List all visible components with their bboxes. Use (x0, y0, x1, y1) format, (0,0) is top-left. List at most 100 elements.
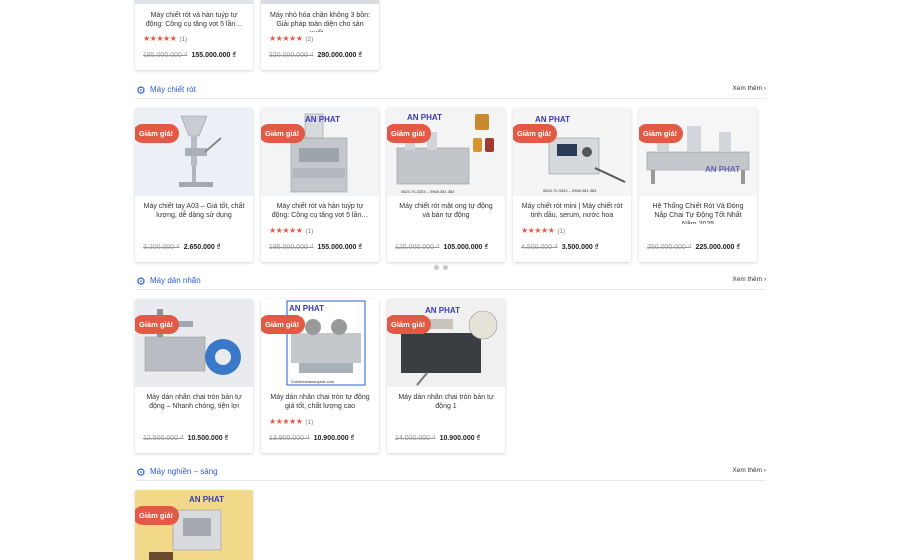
product-title[interactable]: Máy dán nhãn chai tròn bán tự động 1 (387, 387, 505, 415)
watermark-logo: AN PHAT (535, 115, 570, 124)
product-title[interactable]: Máy chiết rót mật ong tự động và bán tự … (387, 196, 505, 224)
product-title[interactable]: Máy chiết rót mini | Máy chiết rót tinh … (513, 196, 631, 224)
carousel-dot[interactable] (434, 265, 439, 270)
product-image[interactable]: AN PHAT Cokhichetaoanphat.com Giảm giá! (261, 299, 379, 387)
rating-stars (639, 224, 757, 236)
sale-badge: Giảm giá! (261, 124, 306, 143)
watermark-logo: AN PHAT (425, 306, 460, 315)
product-price: 4.500.000 ₫ 3.500.000 ₫ (521, 244, 599, 251)
gear-icon: ⚙ (136, 276, 146, 288)
product-card[interactable]: AN PHAT 0824.70.3333 – 0968.381.383 Giảm… (513, 108, 631, 262)
see-more-link[interactable]: Xem thêm › (732, 276, 766, 283)
product-price: 320.000.000 ₫ 280.000.000 ₫ (269, 52, 362, 59)
sale-badge: Giảm giá! (135, 506, 180, 525)
sale-badge: Giảm giá! (387, 315, 432, 334)
section-title[interactable]: Máy nghiền – sàng (150, 467, 218, 476)
watermark-logo: AN PHAT (305, 115, 340, 124)
section-header: ⚙ Máy nghiền – sàng Xem thêm › (136, 464, 766, 480)
product-price: 12.500.000 ₫ 10.500.000 ₫ (143, 435, 229, 442)
machine-image: AN PHAT Cokhichetaoanphat.com (286, 300, 366, 386)
watermark-logo: AN PHAT (189, 495, 224, 504)
product-title[interactable]: Máy chiết rót và hàn tuýp tự động: Công … (135, 4, 253, 32)
rating-stars: ★★★★★ (1) (521, 226, 566, 235)
product-price: 125.000.000 ₫ 105.000.000 ₫ (395, 244, 488, 251)
section-header: ⚙ Máy dán nhãn Xem thêm › (136, 273, 766, 289)
product-title[interactable]: Hệ Thống Chiết Rót Và Đóng Nắp Chai Tự Đ… (639, 196, 757, 224)
watermark-phone: 0824.70.3333 – 0968.381.383 (543, 188, 597, 193)
product-card[interactable]: AN PHAT Giảm giá! Máy chiết rót và hàn t… (261, 108, 379, 262)
rating-stars (387, 415, 505, 427)
product-title[interactable]: Máy chiết tay A03 – Giá tốt, chất lượng,… (135, 196, 253, 224)
star-icon: ★★★★★ (269, 417, 303, 426)
watermark-logo: AN PHAT (705, 165, 740, 174)
machine-image: AN PHAT (149, 495, 224, 560)
rating-stars: ★★★★★ (2) (269, 34, 314, 43)
product-card[interactable]: AN PHAT Giảm giá! (135, 490, 253, 560)
rating-stars (135, 415, 253, 427)
rating-stars (135, 224, 253, 236)
product-image[interactable]: AN PHAT Giảm giá! (639, 108, 757, 196)
product-image[interactable]: Giảm giá! (135, 108, 253, 196)
rating-stars (387, 224, 505, 236)
watermark-logo: AN PHAT (289, 304, 324, 313)
product-price: 3.200.000 ₫ 2.650.000 ₫ (143, 244, 221, 251)
product-image[interactable]: AN PHAT Giảm giá! (261, 108, 379, 196)
divider (136, 98, 766, 99)
sale-badge: Giảm giá! (387, 124, 432, 143)
sale-badge: Giảm giá! (135, 124, 180, 143)
product-card[interactable]: AN PHAT Cokhichetaoanphat.com Giảm giá! … (261, 299, 379, 453)
sale-badge: Giảm giá! (135, 315, 180, 334)
machine-image: AN PHAT 0824.70.3333 – 0968.381.383 (396, 113, 494, 194)
sale-badge: Giảm giá! (261, 315, 306, 334)
section-header: ⚙ Máy chiết rót Xem thêm › (136, 82, 766, 98)
see-more-link[interactable]: Xem thêm › (732, 85, 766, 92)
gear-icon: ⚙ (136, 85, 146, 97)
divider (136, 289, 766, 290)
product-title[interactable]: Máy chiết rót và hàn tuýp tự động: Công … (261, 196, 379, 224)
product-card[interactable]: AN PHAT Giảm giá! Máy dán nhãn chai tròn… (387, 299, 505, 453)
gear-icon: ⚙ (136, 467, 146, 479)
product-price: 14.000.000 ₫ 10.900.000 ₫ (395, 435, 481, 442)
product-price: 185.000.000 ₫ 155.000.000 ₫ (143, 52, 236, 59)
machine-image (179, 115, 222, 187)
product-card[interactable]: Máy nhỏ hóa chân không 3 bồn: Giải pháp … (261, 0, 379, 70)
product-title[interactable]: Máy dán nhãn chai tròn tự động giá tốt, … (261, 387, 379, 415)
product-image[interactable]: AN PHAT Giảm giá! (387, 299, 505, 387)
product-title[interactable]: Máy dán nhãn chai tròn bán tự động – Nha… (135, 387, 253, 415)
section-title[interactable]: Máy dán nhãn (150, 276, 201, 285)
product-image[interactable]: AN PHAT Giảm giá! (135, 490, 253, 560)
product-card[interactable]: Máy chiết rót và hàn tuýp tự động: Công … (135, 0, 253, 70)
sale-badge: Giảm giá! (639, 124, 684, 143)
rating-stars: ★★★★★ (1) (269, 226, 314, 235)
product-image[interactable]: Giảm giá! (135, 299, 253, 387)
product-image[interactable] (261, 0, 379, 4)
machine-image: AN PHAT (290, 113, 348, 193)
product-image[interactable] (135, 0, 253, 4)
machine-image: AN PHAT (401, 306, 498, 386)
star-icon: ★★★★★ (269, 34, 303, 43)
section-title[interactable]: Máy chiết rót (150, 85, 196, 94)
product-image[interactable]: AN PHAT 0824.70.3333 – 0968.381.383 Giảm… (387, 108, 505, 196)
product-card[interactable]: AN PHAT 0824.70.3333 – 0968.381.383 Giảm… (387, 108, 505, 262)
carousel-dot[interactable] (443, 265, 448, 270)
product-price: 185.000.000 ₫ 155.000.000 ₫ (269, 244, 362, 251)
product-card[interactable]: AN PHAT Giảm giá! Hệ Thống Chiết Rót Và … (639, 108, 757, 262)
watermark-phone: 0824.70.3333 – 0968.381.383 (401, 189, 455, 194)
star-icon: ★★★★★ (269, 226, 303, 235)
product-card[interactable]: Giảm giá! Máy dán nhãn chai tròn bán tự … (135, 299, 253, 453)
star-icon: ★★★★★ (521, 226, 555, 235)
rating-stars: ★★★★★ (1) (143, 34, 188, 43)
divider (136, 480, 766, 481)
product-title[interactable]: Máy nhỏ hóa chân không 3 bồn: Giải pháp … (261, 4, 379, 32)
watermark-logo: AN PHAT (407, 113, 442, 122)
machine-image (144, 309, 241, 375)
see-more-link[interactable]: Xem thêm › (732, 467, 766, 474)
product-image[interactable]: AN PHAT 0824.70.3333 – 0968.381.383 Giảm… (513, 108, 631, 196)
watermark-site: Cokhichetaoanphat.com (291, 379, 335, 384)
sale-badge: Giảm giá! (513, 124, 558, 143)
product-card[interactable]: Giảm giá! Máy chiết tay A03 – Giá tốt, c… (135, 108, 253, 262)
star-icon: ★★★★★ (143, 34, 177, 43)
machine-image: AN PHAT 0824.70.3333 – 0968.381.383 (535, 115, 626, 193)
product-price: 250.000.000 ₫ 225.000.000 ₫ (647, 244, 740, 251)
product-price: 13.900.000 ₫ 10.900.000 ₫ (269, 435, 355, 442)
